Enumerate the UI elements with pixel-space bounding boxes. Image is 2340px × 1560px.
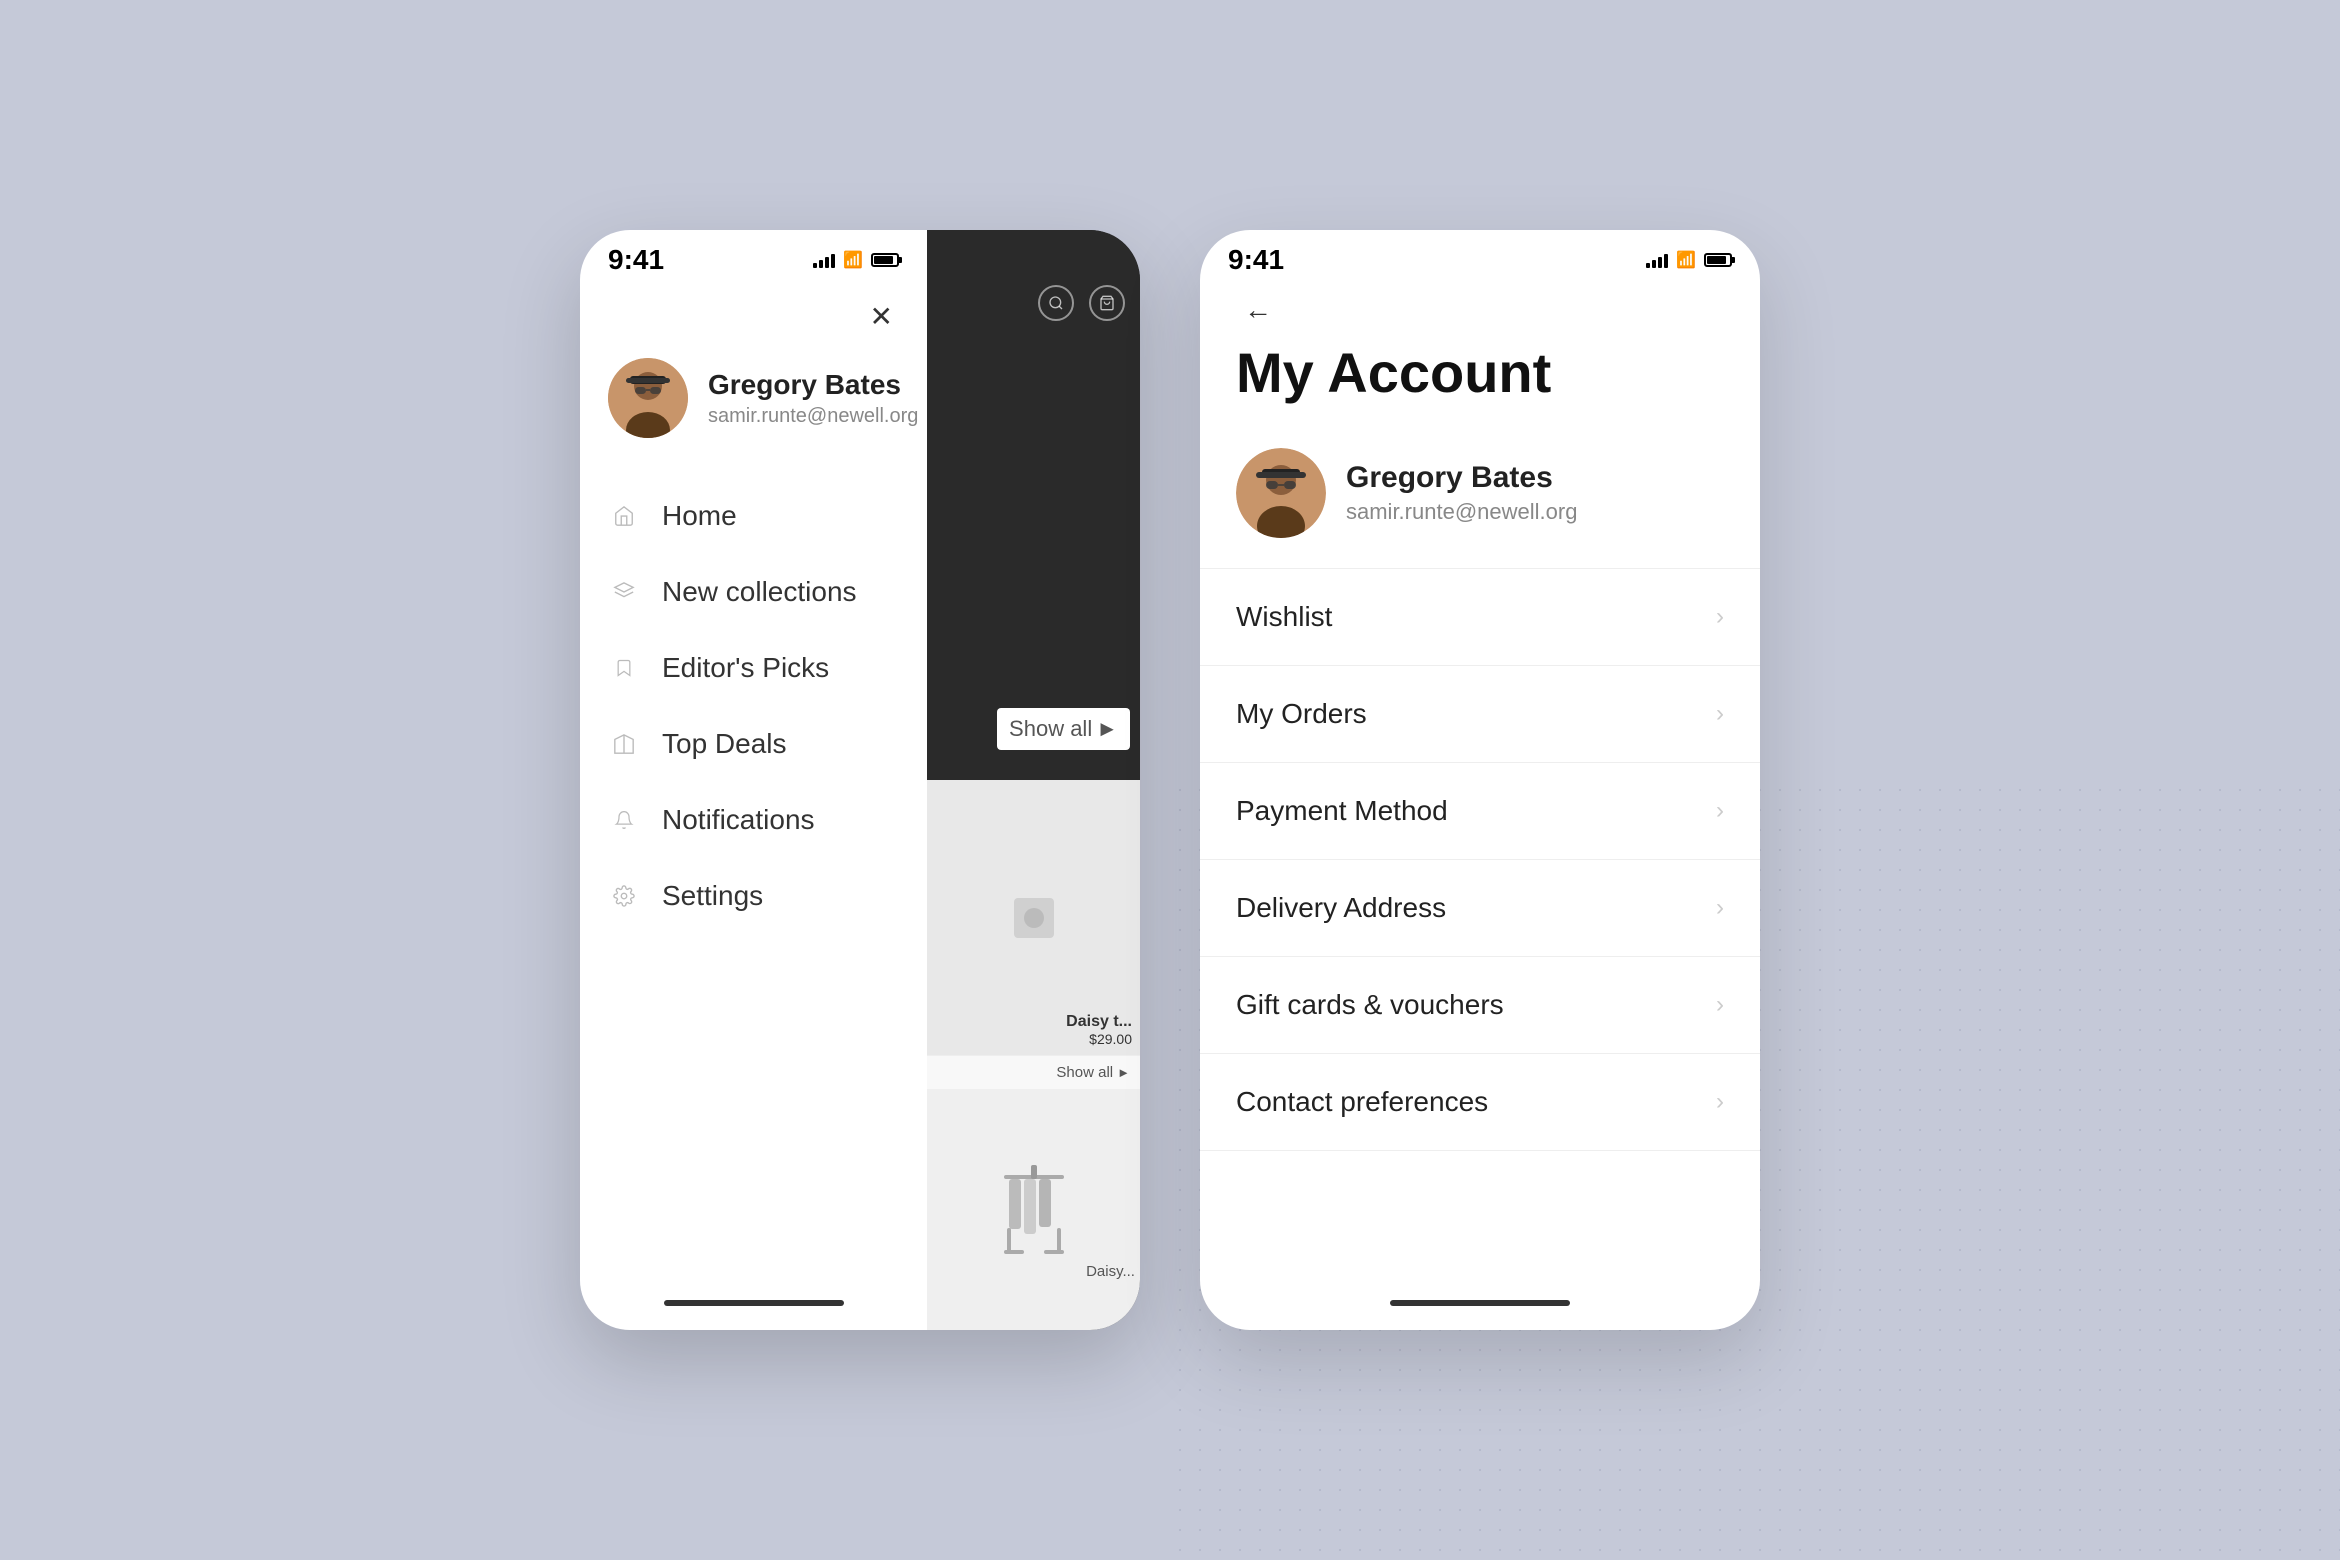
close-icon: ✕ [869,300,892,333]
app-behind-panel: Show all ► Daisy t... $29.00 [927,230,1140,1330]
account-item-gift-cards[interactable]: Gift cards & vouchers › [1200,957,1760,1054]
product-price: $29.00 [1066,1031,1132,1047]
nav-item-settings[interactable]: Settings [580,858,927,934]
wishlist-label: Wishlist [1236,601,1332,633]
home-icon [608,500,640,532]
account-profile-info: Gregory Bates samir.runte@newell.org [1346,461,1577,525]
nav-label-settings: Settings [662,880,763,912]
chevron-right-contact-prefs: › [1716,1088,1724,1116]
page-title: My Account [1236,342,1724,404]
account-profile-name: Gregory Bates [1346,461,1577,495]
nav-label-home: Home [662,500,737,532]
close-button[interactable]: ✕ [859,294,903,338]
back-button[interactable]: ← [1236,288,1280,332]
account-header: ← My Account [1200,284,1760,424]
daisy-label: Daisy... [1086,1263,1135,1280]
layers-icon [608,576,640,608]
app-top-icons [1038,250,1125,321]
contact-prefs-label: Contact preferences [1236,1086,1488,1118]
chevron-right-delivery: › [1716,894,1724,922]
account-item-wishlist[interactable]: Wishlist › [1200,569,1760,666]
product-name: Daisy t... [1066,1013,1132,1031]
nav-item-top-deals[interactable]: Top Deals [580,706,927,782]
gift-cards-label: Gift cards & vouchers [1236,989,1504,1021]
phone-account: 9:41 📶 ← My Account [1200,230,1760,1330]
status-time-menu: 9:41 [608,244,664,276]
app-bottom-section: Daisy... [927,1089,1140,1330]
phone-menu: 9:41 📶 ✕ [580,230,1140,1330]
avatar-image [608,358,688,438]
account-item-contact-prefs[interactable]: Contact preferences › [1200,1054,1760,1151]
show-all-mid-label: Show all [1056,1064,1113,1081]
wifi-icon-account: 📶 [1676,250,1696,270]
nav-item-editors-picks[interactable]: Editor's Picks [580,630,927,706]
bell-icon [608,804,640,836]
clothes-rack-image [999,1165,1069,1255]
account-avatar-image [1236,448,1326,538]
menu-profile: Gregory Bates samir.runte@newell.org [580,338,927,468]
chevron-right-orders: › [1716,700,1724,728]
back-arrow-icon: ← [1244,294,1272,326]
nav-label-notifications: Notifications [662,804,815,836]
menu-profile-name: Gregory Bates [708,369,918,401]
home-bar-account [1200,1280,1760,1330]
wifi-icon: 📶 [843,250,863,270]
battery-icon [871,253,899,267]
account-item-payment[interactable]: Payment Method › [1200,763,1760,860]
payment-label: Payment Method [1236,795,1448,827]
menu-profile-info: Gregory Bates samir.runte@newell.org [708,369,918,428]
account-menu: Wishlist › My Orders › Payment Method › … [1200,569,1760,1280]
account-item-orders[interactable]: My Orders › [1200,666,1760,763]
show-all-top-label: Show all [1009,716,1092,742]
nav-label-editors-picks: Editor's Picks [662,652,829,684]
account-item-delivery[interactable]: Delivery Address › [1200,860,1760,957]
signal-icon-account [1646,252,1668,268]
status-icons-menu: 📶 [813,250,899,270]
app-top-section: Show all ► [927,230,1140,780]
battery-icon-account [1704,253,1732,267]
account-profile-email: samir.runte@newell.org [1346,499,1577,525]
status-icons-account: 📶 [1646,250,1732,270]
home-bar-menu [580,1280,927,1330]
chevron-right-gift-cards: › [1716,991,1724,1019]
search-icon-app [1038,285,1074,321]
bookmark-icon [608,652,640,684]
chevron-right-payment: › [1716,797,1724,825]
menu-header: ✕ [580,284,927,338]
status-time-account: 9:41 [1228,244,1284,276]
nav-label-new-collections: New collections [662,576,857,608]
menu-panel: 9:41 📶 ✕ [580,230,927,1330]
account-profile: Gregory Bates samir.runte@newell.org [1200,424,1760,569]
nav-item-notifications[interactable]: Notifications [580,782,927,858]
settings-icon [608,880,640,912]
orders-label: My Orders [1236,698,1367,730]
app-mid-section: Daisy t... $29.00 [927,780,1140,1055]
show-all-top: Show all ► [997,708,1130,750]
nav-label-top-deals: Top Deals [662,728,787,760]
account-avatar [1236,448,1326,538]
cart-icon-app [1089,285,1125,321]
tag-icon [608,728,640,760]
menu-nav: Home New collections [580,468,927,1280]
delivery-label: Delivery Address [1236,892,1446,924]
chevron-right-wishlist: › [1716,603,1724,631]
menu-profile-email: samir.runte@newell.org [708,405,918,428]
product-image-1 [1004,893,1064,943]
nav-item-home[interactable]: Home [580,478,927,554]
avatar [608,358,688,438]
show-all-mid: Show all ► [927,1055,1140,1089]
status-bar-account: 9:41 📶 [1200,230,1760,284]
phones-container: 9:41 📶 ✕ [580,230,1760,1330]
status-bar-menu: 9:41 📶 [580,230,927,284]
nav-item-new-collections[interactable]: New collections [580,554,927,630]
signal-icon [813,252,835,268]
